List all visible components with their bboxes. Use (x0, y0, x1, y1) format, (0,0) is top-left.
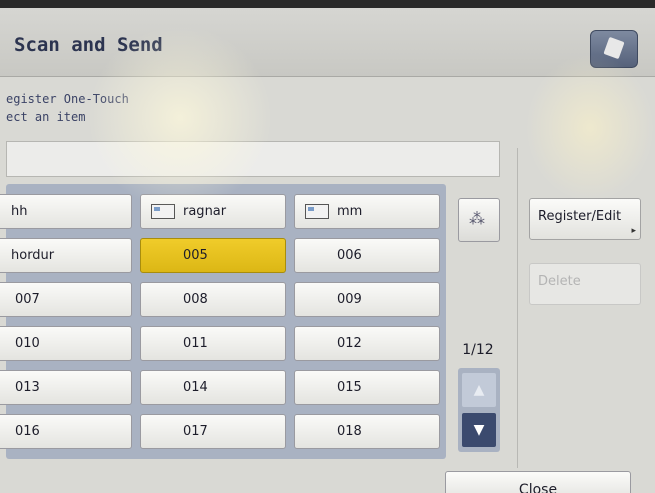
one-touch-button-hh[interactable]: hh (0, 194, 132, 229)
register-edit-button[interactable]: Register/Edit (529, 198, 641, 240)
button-label: Delete (538, 274, 581, 289)
one-touch-button-014[interactable]: 014 (140, 370, 286, 405)
one-touch-button-017[interactable]: 017 (140, 414, 286, 449)
button-label: 008 (183, 292, 208, 307)
button-label: hh (11, 204, 28, 219)
one-touch-button-009[interactable]: 009 (294, 282, 440, 317)
device-screen: Scan and Send egister One-Touch ect an i… (0, 8, 655, 493)
button-label: 007 (15, 292, 40, 307)
instructions: egister One-Touch ect an item (6, 90, 129, 126)
one-touch-button-010[interactable]: 010 (0, 326, 132, 361)
button-label: 005 (183, 248, 208, 263)
pager: ▲ ▼ (458, 368, 500, 452)
button-label: 014 (183, 380, 208, 395)
one-touch-button-012[interactable]: 012 (294, 326, 440, 361)
address-book-button[interactable]: ⁂ (458, 198, 500, 242)
one-touch-button-011[interactable]: 011 (140, 326, 286, 361)
box-icon (603, 36, 625, 60)
one-touch-button-007[interactable]: 007 (0, 282, 132, 317)
title-bar: Scan and Send (0, 8, 655, 77)
one-touch-button-015[interactable]: 015 (294, 370, 440, 405)
button-label: 010 (15, 336, 40, 351)
button-label: mm (337, 204, 363, 219)
arrow-up-icon: ▲ (473, 382, 485, 398)
one-touch-button-018[interactable]: 018 (294, 414, 440, 449)
page-up-button[interactable]: ▲ (462, 373, 496, 407)
button-label: 011 (183, 336, 208, 351)
one-touch-button-hordur[interactable]: hordur (0, 238, 132, 273)
destination-field (6, 141, 500, 177)
one-touch-button-008[interactable]: 008 (140, 282, 286, 317)
delete-button[interactable]: Delete (529, 263, 641, 305)
close-button[interactable]: Close (445, 471, 631, 493)
divider (517, 148, 518, 468)
button-label: 006 (337, 248, 362, 263)
button-label: ragnar (183, 204, 227, 219)
button-label: 016 (15, 424, 40, 439)
keypad-icon: ⁂ (469, 209, 485, 228)
button-label: 017 (183, 424, 208, 439)
one-touch-button-016[interactable]: 016 (0, 414, 132, 449)
arrow-down-icon: ▼ (473, 422, 485, 438)
one-touch-button-006[interactable]: 006 (294, 238, 440, 273)
button-label: 015 (337, 380, 362, 395)
card-icon (151, 204, 175, 219)
one-touch-button-013[interactable]: 013 (0, 370, 132, 405)
page-title: Scan and Send (14, 34, 163, 56)
button-label: Register/Edit (538, 209, 622, 224)
button-label: hordur (11, 248, 55, 263)
button-label: 009 (337, 292, 362, 307)
one-touch-button-mm[interactable]: mm (294, 194, 440, 229)
button-label: Close (518, 482, 558, 493)
button-label: 018 (337, 424, 362, 439)
button-label: 013 (15, 380, 40, 395)
status-monitor-button[interactable] (590, 30, 638, 68)
card-icon (305, 204, 329, 219)
one-touch-button-005[interactable]: 005 (140, 238, 286, 273)
one-touch-button-ragnar[interactable]: ragnar (140, 194, 286, 229)
button-label: 012 (337, 336, 362, 351)
instruction-line-1: egister One-Touch (6, 92, 129, 106)
page-indicator: 1/12 (462, 342, 494, 358)
page-down-button[interactable]: ▼ (462, 413, 496, 447)
instruction-line-2: ect an item (6, 110, 86, 124)
